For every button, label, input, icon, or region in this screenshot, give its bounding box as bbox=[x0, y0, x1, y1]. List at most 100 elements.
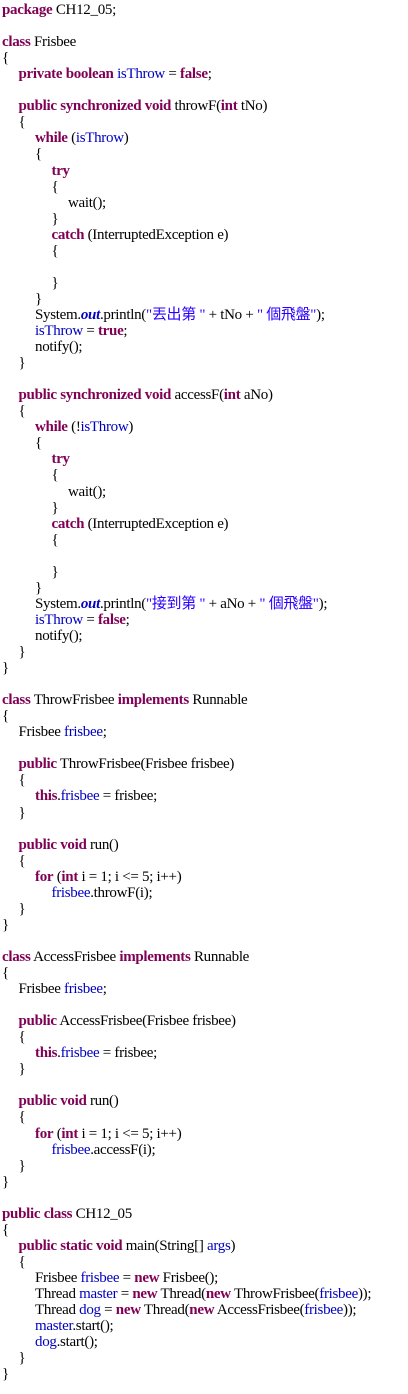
code-token: new bbox=[134, 1269, 160, 1286]
code-token: ; bbox=[102, 981, 107, 998]
code-line: dog.start(); bbox=[35, 1334, 98, 1350]
code-token: try bbox=[51, 451, 71, 468]
code-token: "丟出第 " bbox=[146, 306, 206, 323]
code-line: private boolean isThrow = false; bbox=[19, 66, 212, 82]
code-token: ThrowFrisbee bbox=[30, 692, 118, 709]
code-token: private bbox=[18, 66, 63, 83]
code-line: } bbox=[19, 805, 26, 821]
code-listing: package CH12_05; class Frisbee{private bo… bbox=[0, 0, 408, 1394]
code-line: public void run() bbox=[19, 837, 119, 853]
code-token: isThrow bbox=[75, 130, 124, 147]
code-line: Frisbee frisbee = new Frisbee(); bbox=[35, 1270, 218, 1286]
code-token: { bbox=[18, 852, 26, 869]
code-token: wait(); bbox=[68, 194, 106, 211]
code-token: ); bbox=[318, 595, 328, 612]
code-line: } bbox=[19, 1158, 26, 1174]
code-token: while bbox=[35, 130, 68, 147]
code-token: = bbox=[82, 611, 98, 628]
code-token: implements bbox=[117, 692, 189, 709]
code-token: true bbox=[97, 323, 124, 339]
code-line: } bbox=[35, 291, 42, 307]
code-token: out bbox=[80, 306, 100, 323]
code-token: { bbox=[2, 708, 9, 725]
code-token: ) bbox=[123, 130, 129, 147]
code-token: false bbox=[97, 611, 126, 628]
code-token: try bbox=[51, 162, 71, 179]
code-token: boolean bbox=[65, 66, 114, 83]
code-line: this.frisbee = frisbee; bbox=[35, 788, 157, 804]
code-token: { bbox=[2, 1221, 9, 1238]
code-line: { bbox=[52, 179, 59, 195]
code-token: = bbox=[82, 323, 98, 339]
code-line: wait(); bbox=[68, 484, 106, 500]
code-token: class bbox=[43, 1205, 73, 1222]
code-token: (InterruptedException e) bbox=[84, 226, 229, 243]
code-token: ( bbox=[67, 130, 76, 147]
code-line: notify(); bbox=[35, 628, 83, 644]
code-token: new bbox=[132, 1286, 158, 1302]
code-token: Thread bbox=[35, 1302, 80, 1319]
code-token: } bbox=[18, 355, 26, 372]
code-line: class Frisbee bbox=[2, 34, 76, 50]
code-token: Frisbee bbox=[18, 981, 65, 998]
code-token: } bbox=[18, 1350, 26, 1367]
code-token: ; bbox=[125, 611, 130, 628]
code-token: = bbox=[164, 66, 181, 83]
code-line: public ThrowFrisbee(Frisbee frisbee) bbox=[19, 756, 235, 772]
code-line: this.frisbee = frisbee; bbox=[35, 1045, 157, 1061]
code-token: (InterruptedException e) bbox=[84, 515, 229, 532]
code-token: Runnable bbox=[188, 692, 248, 709]
code-token: void bbox=[144, 387, 172, 404]
code-token: void bbox=[96, 1237, 123, 1254]
code-token: } bbox=[2, 1173, 9, 1190]
code-token: = bbox=[100, 1302, 116, 1319]
code-token: dog bbox=[79, 1302, 101, 1319]
code-token: System. bbox=[35, 306, 81, 323]
code-token: } bbox=[51, 210, 59, 227]
code-line: } bbox=[19, 1061, 26, 1077]
code-line: { bbox=[52, 532, 59, 548]
code-line: frisbee.throwF(i); bbox=[52, 885, 153, 901]
code-token: frisbee bbox=[60, 788, 100, 805]
code-token: .println( bbox=[99, 595, 146, 612]
code-token: public bbox=[18, 756, 58, 773]
code-token: = frisbee; bbox=[99, 1045, 158, 1062]
code-token: ) bbox=[128, 419, 134, 436]
code-token: run() bbox=[86, 1093, 119, 1110]
code-token: ThrowFrisbee(Frisbee frisbee) bbox=[56, 756, 235, 773]
code-line: } bbox=[52, 211, 59, 227]
code-token: i = 1; i <= 5; i++) bbox=[78, 1125, 182, 1142]
code-line: { bbox=[19, 1254, 26, 1270]
code-line: for (int i = 1; i <= 5; i++) bbox=[35, 869, 182, 885]
code-token: tNo) bbox=[237, 98, 268, 115]
code-line: notify(); bbox=[35, 339, 83, 355]
code-token: { bbox=[2, 50, 9, 67]
code-token: int bbox=[61, 1125, 79, 1142]
code-token: Frisbee(); bbox=[159, 1269, 219, 1286]
code-line: } bbox=[2, 1174, 9, 1190]
code-token: void bbox=[60, 836, 87, 853]
code-token: public bbox=[18, 836, 58, 853]
code-token: catch bbox=[51, 226, 85, 243]
code-token: } bbox=[51, 274, 59, 291]
code-token: public bbox=[18, 1013, 58, 1030]
code-line: try bbox=[51, 451, 71, 468]
code-token: ThrowFrisbee( bbox=[230, 1286, 320, 1302]
code-line: wait(); bbox=[68, 195, 106, 211]
code-token: Thread( bbox=[140, 1302, 190, 1319]
code-token: class bbox=[2, 34, 31, 51]
code-token: } bbox=[18, 900, 26, 917]
code-token: { bbox=[18, 1029, 26, 1046]
code-token: master bbox=[35, 1318, 73, 1335]
code-token: package bbox=[2, 2, 53, 18]
code-line: Thread master = new Thread(new ThrowFris… bbox=[35, 1286, 372, 1302]
code-token: .println( bbox=[99, 306, 146, 323]
code-token: class bbox=[2, 692, 31, 709]
code-token: (! bbox=[67, 419, 81, 436]
code-line: try bbox=[51, 162, 71, 179]
code-token: accessF( bbox=[171, 387, 225, 404]
code-token: for bbox=[35, 1125, 54, 1142]
code-token: isThrow bbox=[35, 323, 83, 339]
code-token: void bbox=[144, 98, 172, 115]
code-token: catch bbox=[51, 515, 85, 532]
